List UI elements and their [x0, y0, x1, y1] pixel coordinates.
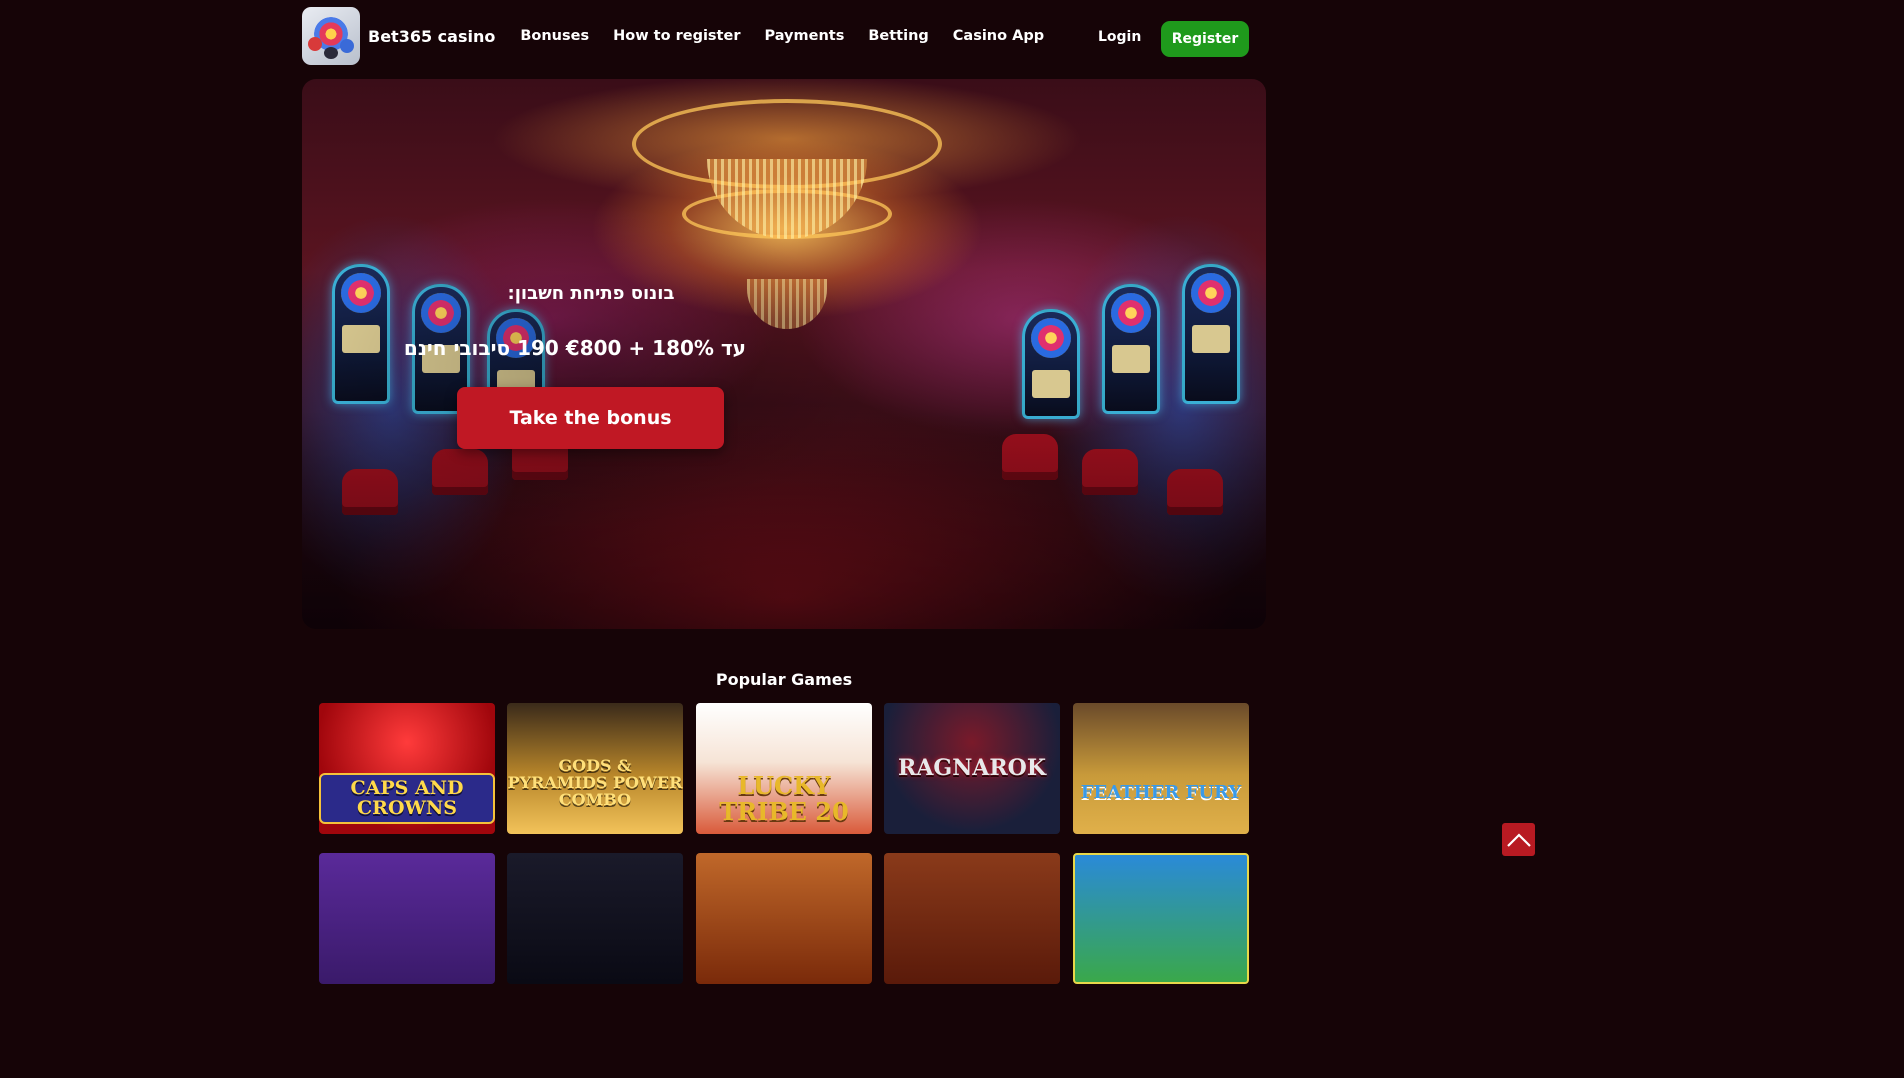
game-tile[interactable]: [319, 853, 495, 984]
game-tile[interactable]: [884, 853, 1060, 984]
game-tile[interactable]: [696, 853, 872, 984]
game-tile[interactable]: GODS & PYRAMIDS POWER COMBO: [507, 703, 683, 834]
game-tile[interactable]: RAGNAROK: [884, 703, 1060, 834]
register-button[interactable]: Register: [1161, 21, 1249, 57]
login-link[interactable]: Login: [1098, 29, 1141, 45]
game-tile[interactable]: [507, 853, 683, 984]
nav-payments[interactable]: Payments: [764, 28, 844, 44]
back-to-top-button[interactable]: [1502, 823, 1535, 856]
take-bonus-button[interactable]: Take the bonus: [457, 387, 724, 449]
logo-icon[interactable]: [302, 7, 360, 65]
game-tile[interactable]: CAPS AND CROWNS: [319, 703, 495, 834]
nav-how-to-register[interactable]: How to register: [613, 28, 740, 44]
nav-betting[interactable]: Betting: [868, 28, 928, 44]
game-title: GODS & PYRAMIDS POWER COMBO: [507, 756, 683, 809]
bonus-title: בונוס פתיחת חשבון:: [507, 283, 675, 304]
brand-name[interactable]: Bet365 casino: [368, 27, 495, 46]
game-title: RAGNAROK: [898, 754, 1046, 781]
nav-casino-app[interactable]: Casino App: [953, 28, 1044, 44]
main-nav: Bonuses How to register Payments Betting…: [520, 28, 1068, 44]
game-tile[interactable]: LUCKY TRIBE 20: [696, 703, 872, 834]
nav-bonuses[interactable]: Bonuses: [520, 28, 589, 44]
game-tile[interactable]: FEATHER FURY: [1073, 703, 1249, 834]
bonus-offer: עד 180% + €800 190 סיבובי חינם: [403, 336, 746, 360]
popular-games-heading: Popular Games: [715, 670, 853, 689]
hero-banner: בונוס פתיחת חשבון: עד 180% + €800 190 סי…: [302, 79, 1266, 629]
game-title: CAPS AND CROWNS: [319, 772, 495, 825]
game-tile[interactable]: [1073, 853, 1249, 984]
game-title: FEATHER FURY: [1080, 782, 1242, 804]
game-title: LUCKY TRIBE 20: [719, 771, 849, 826]
site-header: Bet365 casino Bonuses How to register Pa…: [302, 7, 1249, 65]
arrow-up-icon: [1506, 832, 1531, 847]
